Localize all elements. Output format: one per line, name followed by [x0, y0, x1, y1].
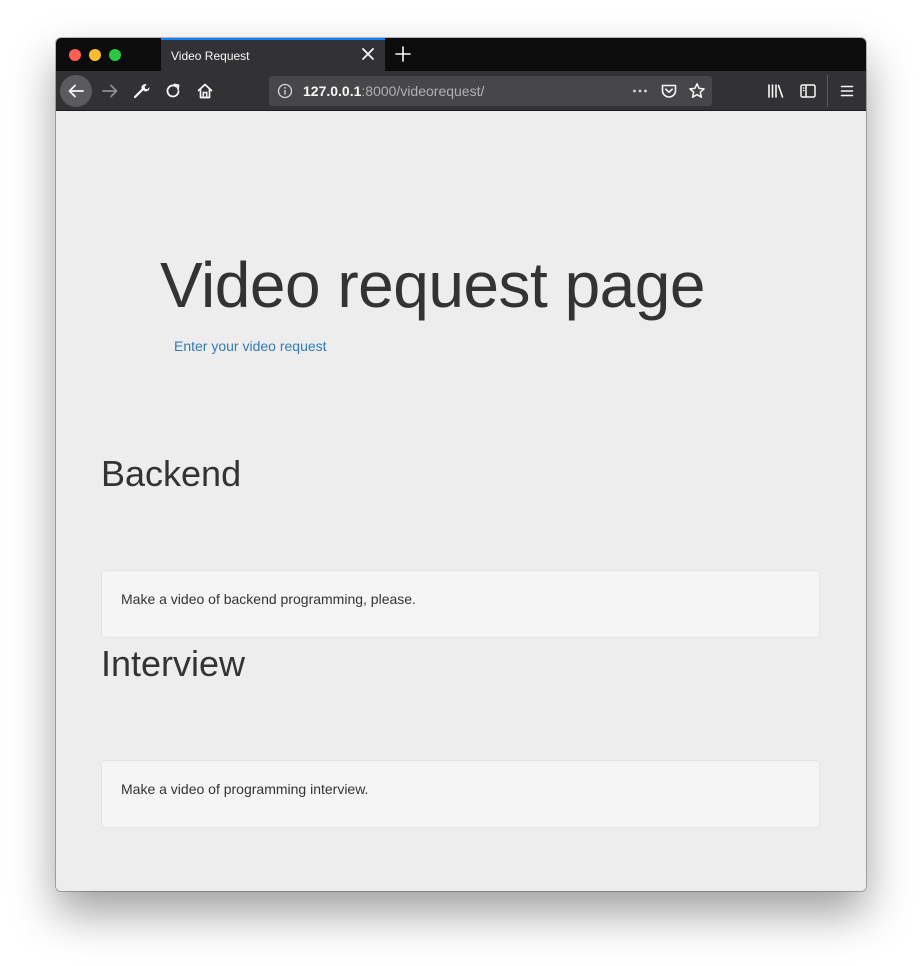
minimize-window-button[interactable]: [89, 49, 101, 61]
zoom-window-button[interactable]: [109, 49, 121, 61]
reload-icon[interactable]: [159, 77, 187, 105]
star-icon[interactable]: [688, 82, 706, 100]
url-path: :8000/videorequest/: [361, 83, 485, 99]
navigation-toolbar: 127.0.0.1:8000/videorequest/: [56, 71, 866, 111]
page-content: Video request page Enter your video requ…: [56, 111, 866, 891]
enter-video-request-link[interactable]: Enter your video request: [174, 338, 327, 354]
url-host: 127.0.0.1: [303, 83, 362, 99]
toolbar-divider: [827, 75, 828, 107]
tab-video-request[interactable]: Video Request: [161, 38, 385, 71]
tab-strip: Video Request: [56, 38, 866, 71]
tab-title: Video Request: [171, 49, 250, 63]
request-description: Make a video of backend programming, ple…: [121, 591, 416, 607]
library-icon[interactable]: [762, 77, 790, 105]
arrow-left-icon[interactable]: [60, 75, 92, 107]
section-heading-backend: Backend: [101, 453, 242, 494]
url-text[interactable]: 127.0.0.1:8000/videorequest/: [303, 83, 484, 99]
arrow-right-icon[interactable]: [96, 77, 124, 105]
request-card-interview: Make a video of programming interview.: [101, 760, 820, 828]
browser-window: Video Request 127.0.0.1:8000/videoreques…: [56, 38, 866, 891]
request-card-backend: Make a video of backend programming, ple…: [101, 570, 820, 638]
section-heading-interview: Interview: [101, 643, 246, 684]
new-tab-plus-icon[interactable]: [392, 43, 414, 65]
close-icon[interactable]: [359, 45, 377, 63]
wrench-icon[interactable]: [127, 77, 155, 105]
home-icon[interactable]: [191, 77, 219, 105]
request-description: Make a video of programming interview.: [121, 781, 369, 797]
address-bar[interactable]: 127.0.0.1:8000/videorequest/: [269, 76, 712, 106]
info-icon[interactable]: [277, 83, 293, 99]
sidebar-icon[interactable]: [794, 77, 822, 105]
ellipsis-icon[interactable]: [631, 82, 649, 100]
pocket-icon[interactable]: [660, 82, 678, 100]
hamburger-menu-icon[interactable]: [833, 77, 861, 105]
page-title: Video request page: [160, 249, 705, 321]
close-window-button[interactable]: [69, 49, 81, 61]
